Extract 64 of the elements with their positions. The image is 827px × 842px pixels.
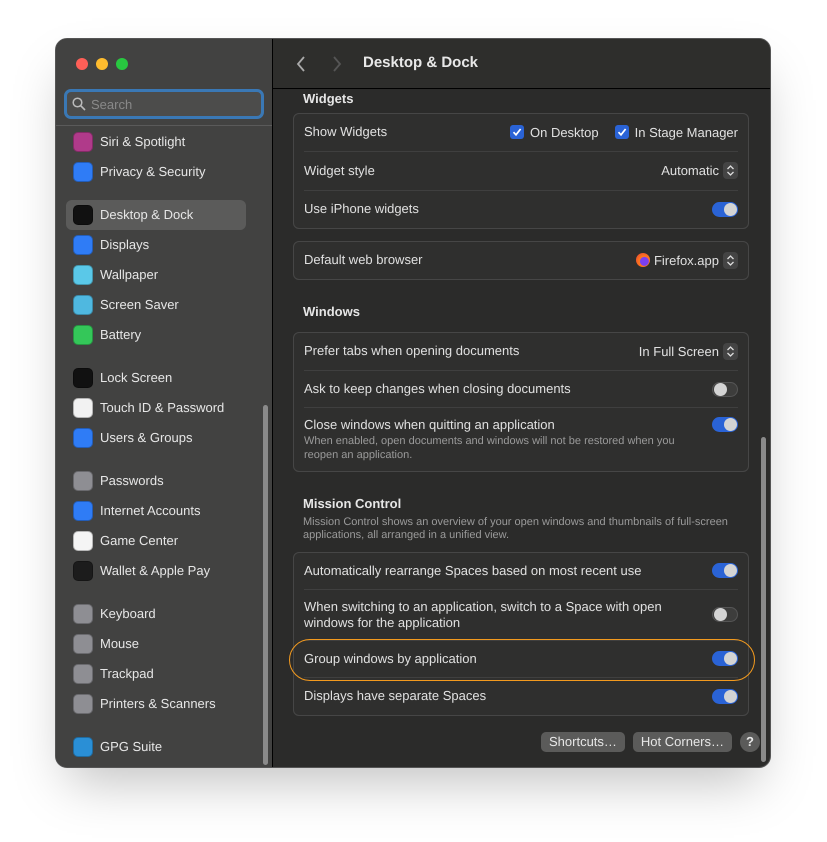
checkbox-label: In Stage Manager: [634, 124, 738, 142]
sidebar-item[interactable]: Printers & Scanners: [66, 689, 246, 719]
sidebar-item[interactable]: Displays: [66, 230, 246, 260]
setting-note: When enabled, open documents and windows will not be restored when you reopen an application.: [304, 434, 676, 462]
section-heading: Windows: [302, 303, 361, 321]
back-icon[interactable]: [296, 56, 306, 72]
sidebar-item[interactable]: Siri & Spotlight: [66, 127, 246, 157]
section-heading: Widgets: [302, 90, 354, 108]
sidebar-item[interactable]: Mouse: [66, 629, 246, 659]
setting-label: Automatically rearrange Spaces based on most recent use: [304, 562, 642, 578]
popup-button[interactable]: Firefox.app: [654, 250, 738, 270]
search-field[interactable]: Search: [64, 89, 264, 119]
setting-label: Use iPhone widgets: [304, 201, 419, 217]
scrollbar[interactable]: [761, 437, 766, 762]
sidebar-item[interactable]: Keyboard: [66, 599, 246, 629]
sidebar-item[interactable]: Touch ID & Password: [66, 393, 246, 423]
toggle-switch[interactable]: [712, 607, 738, 622]
toggle-switch[interactable]: [712, 563, 738, 578]
sidebar-item[interactable]: Wallpaper: [66, 260, 246, 290]
scrollbar[interactable]: [263, 405, 268, 765]
checkbox[interactable]: [510, 125, 524, 140]
sidebar-item[interactable]: Internet Accounts: [66, 496, 246, 526]
minimize-button[interactable]: [96, 58, 108, 70]
setting-label: Ask to keep changes when closing documents: [304, 381, 571, 397]
close-button[interactable]: [76, 58, 88, 70]
updown-chevron-icon: [723, 252, 738, 269]
toggle-switch[interactable]: [712, 417, 738, 432]
section-heading: Mission Control: [302, 495, 402, 513]
zoom-button[interactable]: [116, 58, 128, 70]
sidebar-item[interactable]: Wallet & Apple Pay: [66, 556, 246, 586]
toggle-switch[interactable]: [712, 688, 738, 704]
sidebar-item[interactable]: Battery: [66, 320, 246, 350]
setting-label: When switching to an application, switch to a Space with open windows for the application: [304, 598, 663, 630]
search-icon: [72, 97, 86, 111]
sidebar-item[interactable]: Game Center: [66, 526, 246, 556]
setting-label: Prefer tabs when opening documents: [304, 343, 520, 360]
checkbox-label: On Desktop: [530, 124, 599, 142]
toggle-switch[interactable]: [712, 202, 738, 216]
sidebar-item[interactable]: Screen Saver: [66, 290, 246, 320]
updown-chevron-icon: [723, 162, 738, 180]
sidebar-item[interactable]: Passwords: [66, 466, 246, 496]
setting-label: Show Widgets: [304, 124, 388, 140]
sidebar-item[interactable]: Desktop & Dock: [66, 200, 246, 230]
setting-label: Close windows when quitting an application: [304, 417, 556, 433]
sidebar-item[interactable]: Lock Screen: [66, 363, 246, 393]
setting-label: Default web browser: [304, 252, 422, 268]
toggle-switch[interactable]: [712, 651, 738, 666]
sidebar-item[interactable]: Users & Groups: [66, 423, 246, 453]
footer-button[interactable]: Shortcuts…: [541, 732, 625, 752]
sidebar-item[interactable]: Trackpad: [66, 659, 246, 689]
updown-chevron-icon: [723, 342, 738, 360]
sidebar-item[interactable]: GPG Suite: [66, 732, 246, 762]
popup-button[interactable]: In Full Screen: [638, 342, 738, 361]
window-title: Desktop & Dock: [363, 53, 478, 74]
setting-label: Group windows by application: [304, 650, 477, 666]
help-button[interactable]: ?: [740, 732, 760, 752]
footer-button[interactable]: Hot Corners…: [632, 732, 732, 752]
toggle-switch[interactable]: [712, 382, 738, 396]
setting-label: Widget style: [304, 162, 375, 179]
checkbox[interactable]: [614, 125, 629, 140]
section-description: Mission Control shows an overview of your open windows and thumbnails of full-screen applications, all arranged in a unified view.: [302, 516, 729, 542]
popup-button[interactable]: Automatic: [661, 161, 738, 180]
sidebar-item[interactable]: Privacy & Security: [66, 157, 246, 187]
setting-label: Displays have separate Spaces: [304, 688, 486, 704]
